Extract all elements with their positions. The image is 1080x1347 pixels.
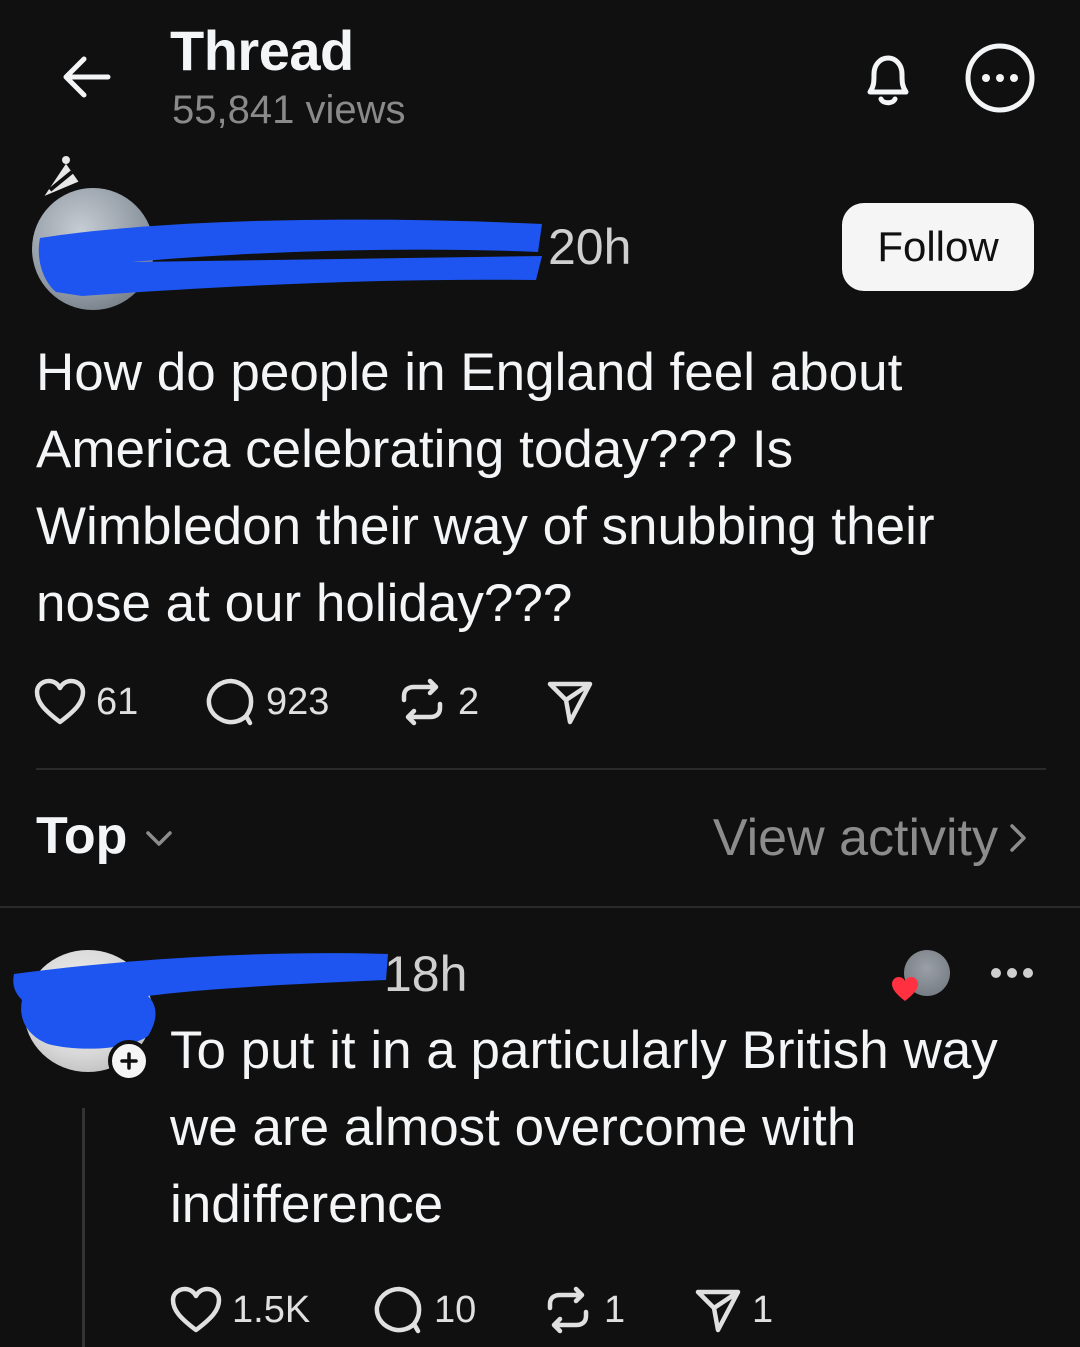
back-button[interactable] [58, 52, 114, 102]
reply-like-button[interactable]: 1.5K [170, 1286, 310, 1334]
chevron-right-icon [1010, 824, 1026, 852]
reply-timestamp: 18h [384, 946, 468, 1002]
sort-label: Top [36, 807, 128, 865]
follow-button[interactable]: Follow [842, 203, 1034, 291]
reply-text: To put it in a particularly British way … [170, 1021, 998, 1234]
reply-share-count: 1 [752, 1288, 774, 1331]
heart-icon [34, 678, 86, 725]
view-count: 55,841 views [172, 88, 406, 132]
reply-comment-button[interactable]: 10 [372, 1286, 476, 1334]
post-repost-button[interactable]: 2 [396, 678, 479, 726]
post-timestamp: 20h [548, 219, 632, 275]
plus-icon [120, 1052, 138, 1070]
post-comment-button[interactable]: 923 [204, 678, 329, 726]
chevron-down-icon [146, 831, 173, 846]
divider [0, 906, 1080, 908]
redaction-scribble [22, 200, 552, 310]
reply-repost-button[interactable]: 1 [542, 1286, 625, 1334]
bell-icon [867, 55, 909, 106]
view-activity-label: View activity [712, 809, 998, 867]
page-title: Thread [170, 19, 354, 82]
post-repost-count: 2 [458, 680, 480, 723]
reply-share-button[interactable]: 1 [694, 1286, 773, 1334]
share-icon [547, 681, 593, 725]
back-arrow-icon [63, 56, 111, 98]
more-icon [965, 43, 1035, 113]
post-like-button[interactable]: 61 [34, 678, 138, 726]
heart-icon [170, 1286, 222, 1333]
follow-plus-badge[interactable] [108, 1040, 150, 1082]
thread-line [82, 1108, 85, 1347]
post-like-count: 61 [96, 680, 139, 723]
view-activity-link[interactable]: View activity [713, 808, 1028, 868]
more-icon [991, 968, 1033, 978]
heart-icon [890, 975, 920, 1003]
reply-more-button[interactable] [988, 958, 1036, 988]
reply-comment-count: 10 [434, 1288, 477, 1331]
notification-button[interactable] [856, 48, 920, 112]
reply-like-count: 1.5K [232, 1288, 311, 1331]
repost-icon [547, 1286, 589, 1334]
post-share-button[interactable] [546, 678, 604, 726]
more-options-button[interactable] [964, 42, 1036, 114]
post-comment-count: 923 [266, 680, 330, 723]
comment-icon [374, 1286, 422, 1334]
repost-icon [401, 678, 443, 726]
post-text: How do people in England feel about Amer… [36, 343, 935, 633]
share-icon [695, 1289, 741, 1333]
divider [36, 768, 1046, 770]
reply-repost-count: 1 [604, 1288, 626, 1331]
sort-dropdown[interactable]: Top [36, 806, 173, 866]
comment-icon [206, 678, 254, 726]
